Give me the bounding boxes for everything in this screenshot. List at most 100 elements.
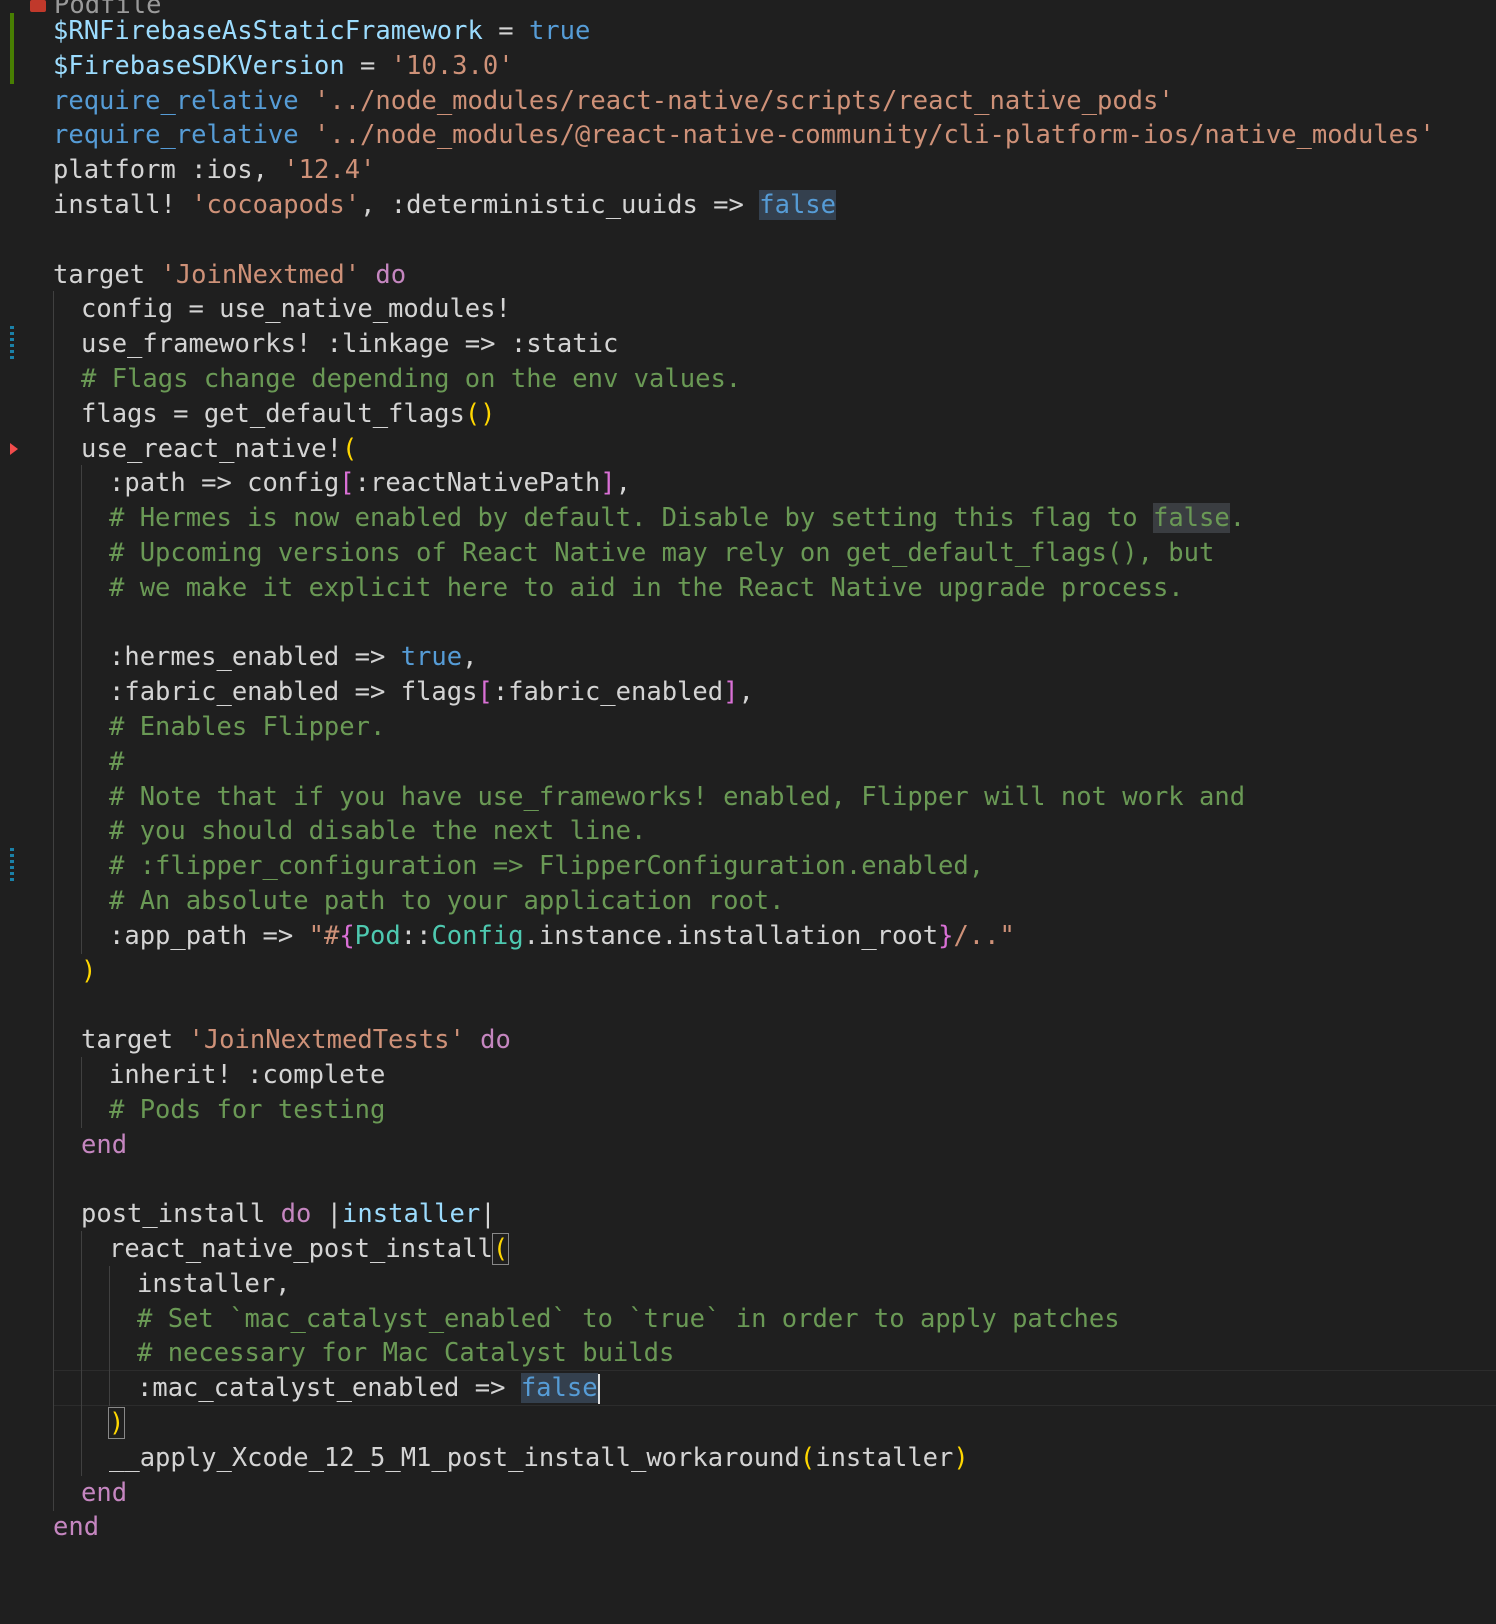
code-text: flags = get_default_flags() [81, 396, 496, 432]
code-text: :path => config[:reactNativePath], [109, 465, 631, 501]
code-token: :path => config [109, 468, 340, 499]
code-token: use_react_native! [81, 433, 342, 464]
indent-guide [81, 1335, 82, 1372]
code-line[interactable]: # Upcoming versions of React Native may … [0, 535, 1496, 571]
code-line[interactable]: use_react_native!( [0, 430, 1496, 467]
code-token: __apply_Xcode_12_5_M1_post_install_worka… [109, 1442, 800, 1473]
gutter-modified-marker[interactable] [10, 326, 14, 363]
indent-guide [53, 743, 54, 780]
code-line[interactable]: flags = get_default_flags() [0, 395, 1496, 432]
code-token: # [109, 746, 125, 777]
code-token: true [528, 16, 591, 46]
indent-guide [53, 1126, 54, 1163]
code-line[interactable]: install! 'cocoapods', :deterministic_uui… [0, 187, 1496, 223]
code-line[interactable]: :path => config[:reactNativePath], [0, 465, 1496, 502]
code-token: do [375, 259, 407, 290]
code-text: :mac_catalyst_enabled => false [137, 1370, 600, 1406]
code-token: 'JoinNextmedTests' [188, 1025, 465, 1056]
indent-guide [53, 395, 54, 432]
code-line[interactable]: __apply_Xcode_12_5_M1_post_install_worka… [0, 1439, 1496, 1476]
code-token: ( [342, 433, 358, 464]
code-line[interactable]: # Note that if you have use_frameworks! … [0, 778, 1496, 815]
code-line[interactable]: ) [0, 1405, 1496, 1441]
code-token: '10.3.0' [390, 50, 514, 81]
indent-guide [53, 1091, 54, 1128]
code-line[interactable]: # you should disable the next line. [0, 813, 1496, 850]
code-line[interactable]: # :flipper_configuration => FlipperConfi… [0, 848, 1496, 885]
code-line[interactable] [0, 987, 1496, 1024]
code-line[interactable]: require_relative '../node_modules/@react… [0, 117, 1496, 153]
code-line[interactable]: :app_path => "#{Pod::Config.instance.ins… [0, 917, 1496, 954]
code-line[interactable] [0, 1161, 1496, 1198]
indent-guide [53, 1196, 54, 1233]
code-text: post_install do |installer| [81, 1196, 496, 1232]
code-line[interactable]: platform :ios, '12.4' [0, 152, 1496, 188]
code-line[interactable]: :hermes_enabled => true, [0, 639, 1496, 676]
code-text: # Hermes is now enabled by default. Disa… [109, 500, 1245, 536]
code-text: $RNFirebaseAsStaticFramework = true [53, 13, 590, 49]
code-token: do [480, 1025, 511, 1056]
code-line[interactable]: end [0, 1126, 1496, 1163]
gutter-deleted-marker[interactable] [10, 442, 18, 455]
code-line[interactable]: # Flags change depending on the env valu… [0, 361, 1496, 397]
code-text: __apply_Xcode_12_5_M1_post_install_worka… [109, 1440, 969, 1476]
code-text: # you should disable the next line. [109, 813, 646, 849]
indent-guide [81, 569, 82, 606]
indent-guide [81, 1091, 82, 1128]
code-text: end [81, 1475, 127, 1511]
code-line[interactable]: end [0, 1474, 1496, 1511]
code-token: # Set `mac_catalyst_enabled` to `true` i… [137, 1303, 1120, 1334]
code-line[interactable]: # Pods for testing [0, 1091, 1496, 1128]
code-line[interactable]: end [0, 1509, 1496, 1545]
code-line[interactable]: target 'JoinNextmedTests' do [0, 1022, 1496, 1059]
code-line[interactable]: # Set `mac_catalyst_enabled` to `true` i… [0, 1300, 1496, 1337]
indent-guide [53, 639, 54, 676]
gutter-modified-marker[interactable] [10, 848, 14, 885]
code-line[interactable]: # Enables Flipper. [0, 709, 1496, 745]
code-line[interactable]: react_native_post_install( [0, 1231, 1496, 1267]
indent-guide [81, 1370, 82, 1407]
code-line[interactable]: use_frameworks! :linkage => :static [0, 326, 1496, 363]
indent-guide [81, 883, 82, 919]
code-token: = [482, 16, 529, 46]
code-line[interactable] [0, 222, 1496, 258]
code-token: '12.4' [283, 155, 376, 186]
code-token: .instance.installation_root [523, 920, 939, 951]
code-line[interactable]: post_install do |installer| [0, 1196, 1496, 1233]
indent-guide [81, 1300, 82, 1337]
code-text: # Set `mac_catalyst_enabled` to `true` i… [137, 1301, 1120, 1337]
code-line[interactable]: # [0, 743, 1496, 780]
code-line[interactable]: $RNFirebaseAsStaticFramework = true [0, 13, 1496, 49]
code-line[interactable]: :fabric_enabled => flags[:fabric_enabled… [0, 674, 1496, 711]
code-token: | [311, 1199, 343, 1230]
indent-guide [109, 1265, 110, 1302]
code-editor[interactable]: Podfile $RNFirebaseAsStaticFramework = t… [0, 0, 1496, 1624]
gutter-added-marker[interactable] [10, 47, 14, 84]
code-line[interactable]: require_relative '../node_modules/react-… [0, 83, 1496, 119]
code-line[interactable]: inherit! :complete [0, 1057, 1496, 1093]
code-text: # we make it explicit here to aid in the… [109, 570, 1184, 606]
indent-guide [109, 1370, 110, 1407]
code-line[interactable]: installer, [0, 1265, 1496, 1302]
code-line[interactable] [0, 604, 1496, 641]
code-line[interactable]: :mac_catalyst_enabled => false [0, 1370, 1496, 1407]
code-text: # necessary for Mac Catalyst builds [137, 1335, 674, 1371]
code-line[interactable]: $FirebaseSDKVersion = '10.3.0' [0, 47, 1496, 84]
code-token: :mac_catalyst_enabled => [137, 1373, 521, 1404]
code-token: , [462, 642, 478, 673]
code-token: :app_path => [109, 920, 309, 951]
code-line[interactable]: # necessary for Mac Catalyst builds [0, 1335, 1496, 1372]
code-text: ) [81, 953, 96, 989]
code-line[interactable]: # An absolute path to your application r… [0, 883, 1496, 919]
code-line[interactable]: ) [0, 952, 1496, 989]
code-line[interactable]: target 'JoinNextmed' do [0, 257, 1496, 293]
code-line[interactable]: # we make it explicit here to aid in the… [0, 569, 1496, 606]
code-line[interactable]: config = use_native_modules! [0, 291, 1496, 328]
code-line[interactable]: # Hermes is now enabled by default. Disa… [0, 500, 1496, 537]
gutter-added-marker[interactable] [10, 13, 14, 49]
code-token: [ [477, 677, 493, 708]
indent-guide [81, 604, 82, 641]
code-text: require_relative '../node_modules/@react… [53, 117, 1435, 153]
